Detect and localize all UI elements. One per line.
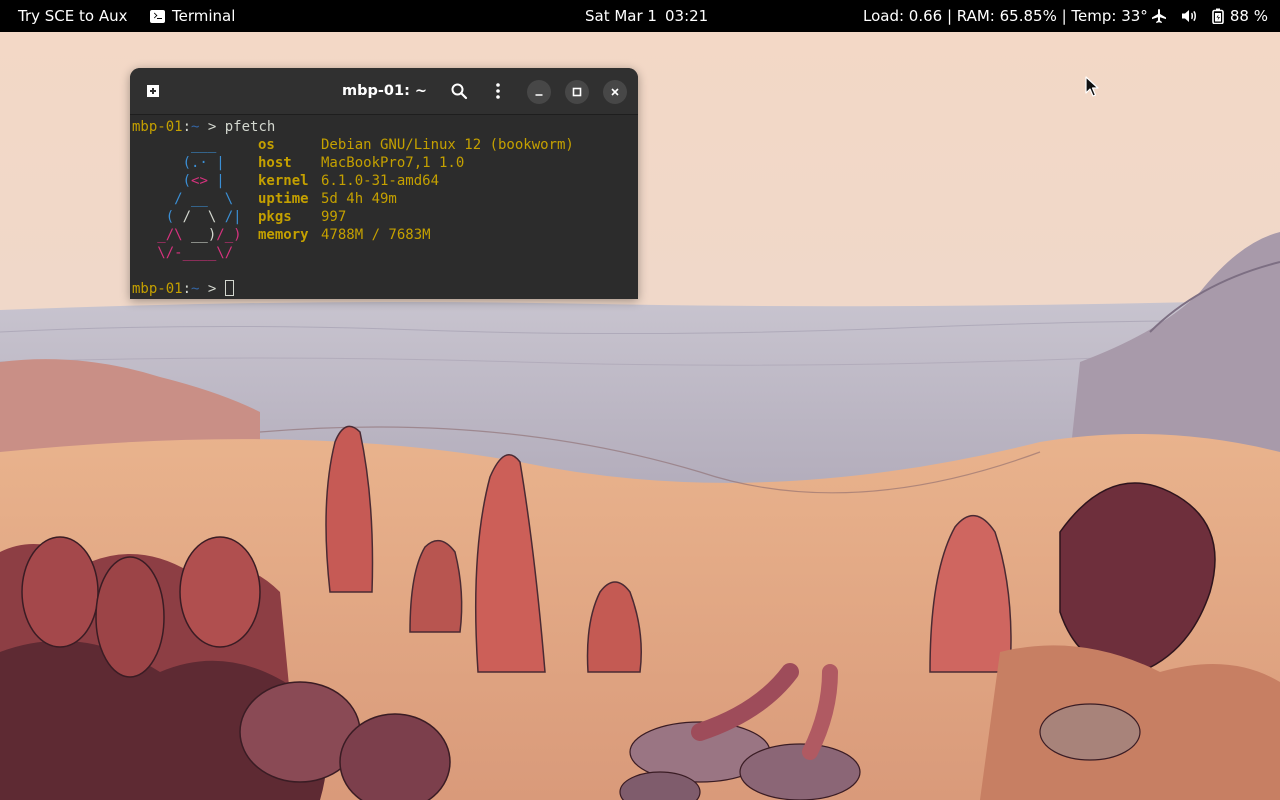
pfetch-row-uptime: uptime 5d 4h 49m [258, 191, 397, 207]
pfetch-row-os: os Debian GNU/Linux 12 (bookworm) [258, 137, 574, 153]
command-line: mbp-01:~ > pfetch [132, 119, 276, 135]
airplane-icon [1151, 9, 1166, 23]
pfetch-row-pkgs: pkgs 997 [258, 209, 347, 225]
system-monitor-indicator[interactable]: Load: 0.66 | RAM: 65.85% | Temp: 33° [863, 0, 1148, 32]
terminal-headerbar[interactable]: mbp-01: ~ [130, 68, 638, 115]
ascii-line: / __ \ [132, 191, 234, 207]
text-cursor [224, 280, 234, 296]
mouse-pointer-icon [1085, 76, 1099, 97]
top-bar: Try SCE to Aux Terminal Sat Mar 1 03:21 L… [0, 0, 1280, 32]
ascii-line: ( / \ /| [132, 209, 242, 225]
ascii-line: ___ [132, 137, 217, 153]
clock-time: 03:21 [664, 7, 709, 25]
volume-icon [1181, 10, 1196, 22]
app-menu-button[interactable]: Terminal [150, 0, 235, 32]
app-menu-label: Terminal [172, 7, 236, 25]
close-button[interactable] [603, 80, 627, 104]
maximize-icon [572, 87, 582, 97]
pfetch-row-kernel: kernel 6.1.0-31-amd64 [258, 173, 440, 189]
battery-icon [1212, 8, 1224, 24]
terminal-window[interactable]: mbp-01: ~ mbp-01:~ > pfetch ___ (.· | (<… [130, 68, 638, 299]
prompt-host: mbp-01 [132, 119, 183, 135]
ascii-line: \/-____\/ [132, 245, 234, 261]
terminal-app-icon [150, 9, 165, 23]
minimize-icon [535, 94, 543, 96]
terminal-output[interactable]: mbp-01:~ > pfetch ___ (.· | (<> | / __ \… [130, 115, 638, 299]
pfetch-row-host: host MacBookPro7,1 1.0 [258, 155, 465, 171]
maximize-button[interactable] [565, 80, 589, 104]
minimize-button[interactable] [527, 80, 551, 104]
menu-kebab-icon[interactable] [488, 81, 508, 101]
pfetch-row-memory: memory 4788M / 7683M [258, 227, 431, 243]
command-text: pfetch [224, 119, 276, 135]
ascii-line: (.· | [132, 155, 225, 171]
battery-percentage: 88 % [1229, 7, 1268, 25]
clock-date: Sat Mar 1 [585, 7, 657, 25]
prompt-line[interactable]: mbp-01:~ > [132, 280, 234, 298]
system-tray[interactable]: 88 % [1151, 0, 1268, 32]
activities-button[interactable]: Try SCE to Aux [18, 0, 127, 32]
ascii-line: (<> | [132, 173, 225, 189]
terminal-title: mbp-01: ~ [342, 83, 428, 99]
search-icon[interactable] [449, 81, 469, 101]
new-tab-icon[interactable] [144, 82, 162, 100]
ascii-line: _/\ __)/_) [132, 227, 242, 243]
close-icon [611, 88, 619, 96]
clock-button[interactable]: Sat Mar 1 03:21 [585, 0, 708, 32]
battery-indicator[interactable]: 88 % [1212, 0, 1268, 32]
